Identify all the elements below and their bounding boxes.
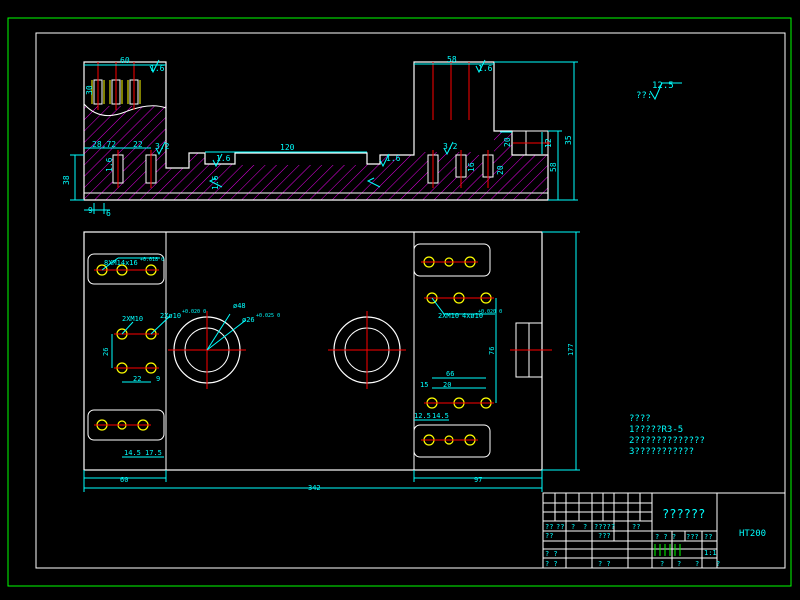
notes-title: ????: [629, 414, 651, 424]
title-block-scale: 1:1: [704, 549, 717, 557]
dim-14-5-left: 14.5: [124, 449, 141, 457]
dim-35: 35: [564, 135, 573, 145]
notes-line-2: 2?????????????: [629, 436, 705, 446]
bore-right: [328, 311, 406, 389]
title-block-r4f: ?: [716, 560, 720, 568]
top-view-outline: [83, 231, 543, 471]
title-block-r4b: ? ?: [598, 560, 611, 568]
front-view-top-groove: [235, 153, 367, 165]
title-block-r1-1: ??: [556, 523, 564, 531]
dim-15: 15: [420, 381, 428, 389]
title-block-r2b: ???: [598, 532, 611, 540]
bore-left: [168, 311, 247, 389]
dim-22-top: 22: [133, 375, 141, 383]
dim-26: 26: [102, 348, 110, 356]
dim-58-front: 58: [447, 55, 457, 64]
title-block-r4e: ?: [695, 560, 699, 568]
dim-14-5-right: 14.5: [432, 412, 449, 420]
dim-28-72: 28,72: [92, 140, 116, 149]
label-4x-d10-right-tol: +0.020 0: [478, 309, 502, 315]
dim-16b: 1.6: [105, 157, 114, 172]
dim-9: 9: [88, 206, 93, 215]
front-view: 60 58 120 28,72 22 35 58 38 30 12 20 20 …: [62, 55, 578, 218]
title-block-r1-3: ?: [583, 523, 587, 531]
title-block-r3d: ??: [704, 533, 712, 541]
dim-17-5: 17.5: [145, 449, 162, 457]
dim-60-top: 60: [120, 476, 128, 484]
dim-12: 12: [544, 138, 553, 148]
rough-3-2-b: 3.2: [443, 142, 458, 151]
dim-20-top: 20: [443, 381, 451, 389]
dim-97: 97: [474, 476, 482, 484]
rough-1-6-b: 1.6: [478, 64, 493, 73]
front-view-cutaway-right: [414, 62, 494, 152]
dim-6: 6: [106, 209, 111, 218]
dim-342: 342: [308, 484, 321, 492]
title-block-r1-0: ??: [545, 523, 553, 531]
dim-9-top: 9: [156, 375, 160, 383]
rough-3-2-a: 3.2: [155, 142, 170, 151]
title-block-r2a: ??: [545, 532, 553, 540]
rough-1-6-d: 1.6: [386, 154, 401, 163]
dim-58-right: 58: [549, 162, 558, 172]
title-block-r3e: ? ?: [545, 550, 558, 558]
dim-177: 177: [567, 343, 575, 356]
rough-1-6-e: 1.6: [211, 175, 220, 190]
title-block-r4c: ?: [660, 560, 664, 568]
title-block-r3c: ???: [686, 533, 699, 541]
dim-20b: 20: [496, 165, 505, 175]
rough-1-6-a: 1.6: [150, 64, 165, 73]
roughness-value: 12.5: [652, 81, 674, 91]
slot-bottom-right: [413, 424, 491, 458]
dim-12-5: 12.5: [414, 412, 431, 420]
dim-30: 30: [85, 85, 94, 95]
title-block-green-cells: [654, 544, 681, 556]
dim-20: 20: [503, 137, 512, 147]
label-d26-tol: +0.025 0: [256, 313, 280, 319]
dim-16: 16: [467, 162, 476, 172]
dim-38: 38: [62, 175, 71, 185]
title-block-r4d: ?: [677, 560, 681, 568]
title-block-r3a: ? ? ?: [655, 533, 676, 541]
label-2xm10-right: 2XM10: [438, 312, 459, 320]
title-block-r1-5: ??: [632, 523, 640, 531]
dim-76: 76: [488, 347, 496, 355]
dim-66: 66: [446, 370, 454, 378]
title-block-r1-2: ?: [571, 523, 575, 531]
dim-22-front: 22: [133, 140, 143, 149]
rough-1-6-c: 1.6: [216, 154, 231, 163]
label-d26: ø26: [242, 316, 255, 324]
label-2xm10-left: 2XM10: [122, 315, 143, 323]
general-roughness: ??: 12.5: [636, 81, 682, 101]
label-8xm14: 8XM14x16: [104, 259, 138, 267]
title-block-material: HT200: [739, 529, 766, 539]
roughness-prefix: ??:: [636, 91, 652, 101]
notes-line-3: 3???????????: [629, 447, 694, 457]
label-2x-d10-left: 2Xø10: [160, 312, 181, 320]
technical-notes: ???? 1?????R3-5 2????????????? 3????????…: [629, 414, 705, 457]
dim-60-front: 60: [120, 56, 130, 65]
title-block-name: ??????: [662, 507, 705, 521]
title-block-r1-4: ?????: [594, 523, 615, 531]
label-d48: ø48: [233, 302, 246, 310]
label-8xm14-tol: +0.018 0: [140, 257, 164, 263]
notes-line-1: 1?????R3-5: [629, 425, 683, 435]
dim-120: 120: [280, 143, 295, 152]
label-2x-d10-left-tol: +0.020 0: [182, 309, 206, 315]
top-view: 8XM14x16 +0.018 0 2XM10 2Xø10 +0.020 0 ø…: [83, 231, 580, 492]
cad-drawing: 60 58 120 28,72 22 35 58 38 30 12 20 20 …: [7, 17, 792, 587]
title-block-r4a: ? ?: [545, 560, 558, 568]
